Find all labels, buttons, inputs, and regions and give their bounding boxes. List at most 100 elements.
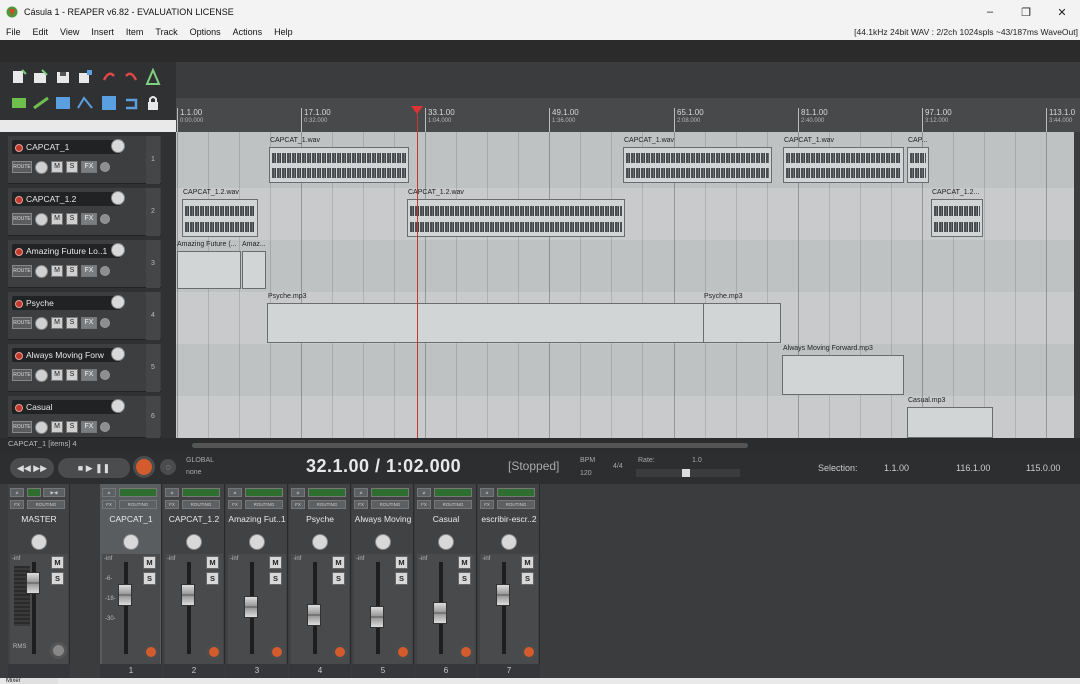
media-item[interactable] — [703, 303, 781, 343]
fx-button[interactable]: FX — [165, 500, 179, 509]
input-button[interactable] — [182, 488, 220, 497]
phase-button[interactable]: ⌀ — [165, 488, 179, 497]
strip-name[interactable]: CAPCAT_1.2 — [163, 514, 225, 528]
mute-button[interactable]: M — [458, 556, 471, 569]
route-button[interactable]: ROUTE — [12, 265, 32, 277]
routing-button[interactable]: ROUTING — [371, 500, 409, 509]
metronome-icon[interactable] — [144, 68, 162, 86]
fx-button[interactable]: FX — [102, 500, 116, 509]
record-arm-button[interactable] — [15, 404, 23, 412]
menu-options[interactable]: Options — [184, 27, 227, 37]
phase-button[interactable]: ⌀ — [291, 488, 305, 497]
input-button[interactable] — [27, 488, 41, 497]
fx-button[interactable]: FX — [81, 265, 97, 277]
phase-button[interactable]: ⌀ — [354, 488, 368, 497]
global-automation-label[interactable]: GLOBAL — [186, 457, 214, 464]
track-header-4[interactable]: Psyche ROUTE M S FX — [8, 292, 161, 340]
time-display[interactable]: 32.1.00 / 1:02.000 — [306, 456, 461, 477]
volume-fader[interactable] — [370, 606, 384, 628]
phase-button[interactable]: ⌀ — [417, 488, 431, 497]
media-item[interactable] — [242, 251, 266, 289]
mute-button[interactable]: M — [51, 369, 63, 381]
selection-end[interactable]: 116.1.00 — [956, 463, 990, 473]
ripple-edit-icon[interactable] — [32, 94, 50, 112]
envelope-icon[interactable] — [76, 94, 94, 112]
io-button[interactable] — [100, 370, 110, 380]
media-item[interactable] — [782, 355, 904, 395]
play-controls[interactable]: ■ ▶ ❚❚ — [58, 458, 130, 478]
volume-fader[interactable] — [307, 604, 321, 626]
solo-button[interactable]: S — [143, 572, 156, 585]
maximize-button[interactable]: ❐ — [1008, 0, 1044, 24]
solo-button[interactable]: S — [66, 213, 78, 225]
routing-button[interactable]: ROUTING — [497, 500, 535, 509]
input-button[interactable] — [371, 488, 409, 497]
mute-button[interactable]: M — [51, 265, 63, 277]
track-name[interactable]: CAPCAT_1 — [12, 140, 120, 154]
pan-knob[interactable] — [438, 534, 454, 550]
media-item[interactable] — [182, 199, 258, 237]
solo-button[interactable]: S — [395, 572, 408, 585]
routing-button[interactable]: ROUTING — [308, 500, 346, 509]
rate-value[interactable]: 1.0 — [692, 457, 702, 464]
solo-button[interactable]: S — [66, 421, 78, 433]
playhead-cursor[interactable] — [417, 112, 418, 442]
phase-button[interactable]: ⌀ — [228, 488, 242, 497]
volume-fader[interactable] — [118, 584, 132, 606]
mixer-strip-4[interactable]: ⌀ FX ROUTING Psyche -inf M S 4 — [289, 484, 351, 678]
record-button[interactable] — [133, 456, 155, 478]
rate-slider[interactable] — [636, 469, 740, 477]
routing-button[interactable]: ROUTING — [119, 500, 157, 509]
pan-knob[interactable] — [375, 534, 391, 550]
phase-button[interactable]: ⌀ — [480, 488, 494, 497]
fx-button[interactable]: FX — [81, 317, 97, 329]
mute-button[interactable]: M — [332, 556, 345, 569]
solo-button[interactable]: S — [66, 265, 78, 277]
grid-icon[interactable] — [54, 94, 72, 112]
strip-name[interactable]: Always Moving — [352, 514, 414, 528]
routing-button[interactable]: ROUTING — [245, 500, 283, 509]
track-lane[interactable] — [176, 240, 1074, 292]
record-arm-button[interactable] — [15, 144, 23, 152]
io-button[interactable] — [100, 214, 110, 224]
volume-fader[interactable] — [181, 584, 195, 606]
solo-button[interactable]: S — [332, 572, 345, 585]
media-item[interactable] — [267, 303, 704, 343]
volume-knob[interactable] — [111, 139, 125, 153]
solo-button[interactable]: S — [66, 369, 78, 381]
track-name[interactable]: CAPCAT_1.2 — [12, 192, 120, 206]
track-lane[interactable] — [176, 344, 1074, 396]
pan-knob[interactable] — [35, 420, 48, 434]
volume-knob[interactable] — [111, 295, 125, 309]
minimize-button[interactable]: – — [972, 0, 1008, 24]
mute-button[interactable]: M — [395, 556, 408, 569]
track-header-1[interactable]: CAPCAT_1 ROUTE M S FX — [8, 136, 161, 184]
mute-button[interactable]: M — [269, 556, 282, 569]
fx-button[interactable]: FX — [81, 161, 97, 173]
lock-icon[interactable] — [144, 94, 162, 112]
track-header-2[interactable]: CAPCAT_1.2 ROUTE M S FX — [8, 188, 161, 236]
fx-button[interactable]: FX — [480, 500, 494, 509]
mixer-strip-6[interactable]: ⌀ FX ROUTING Casual -inf M S 6 — [415, 484, 477, 678]
record-arm-button[interactable] — [15, 196, 23, 204]
mute-button[interactable]: M — [51, 317, 63, 329]
pan-knob[interactable] — [31, 534, 47, 550]
solo-button[interactable]: S — [269, 572, 282, 585]
fx-button[interactable]: FX — [10, 500, 24, 509]
audio-device-status[interactable]: [44.1kHz 24bit WAV : 2/2ch 1024spls ~43/… — [854, 24, 1078, 40]
routing-button[interactable]: ROUTING — [434, 500, 472, 509]
new-project-icon[interactable] — [10, 68, 28, 86]
record-arm-button[interactable] — [332, 644, 348, 660]
menu-view[interactable]: View — [54, 27, 85, 37]
mixer-strip-2[interactable]: ⌀ FX ROUTING CAPCAT_1.2 -inf M S 2 — [163, 484, 225, 678]
arrange-view[interactable]: CAPCAT_1.wav CAPCAT_1.wav CAPCAT_1.wav C… — [176, 132, 1074, 438]
record-arm-button[interactable] — [269, 644, 285, 660]
track-name[interactable]: Always Moving Forw — [12, 348, 120, 362]
grid-lines-icon[interactable] — [100, 94, 118, 112]
route-button[interactable]: ROUTE — [12, 161, 32, 173]
pan-knob[interactable] — [35, 316, 48, 330]
input-button[interactable] — [434, 488, 472, 497]
volume-fader-track[interactable] — [124, 562, 128, 654]
volume-fader[interactable] — [244, 596, 258, 618]
route-button[interactable]: ROUTE — [12, 421, 32, 433]
